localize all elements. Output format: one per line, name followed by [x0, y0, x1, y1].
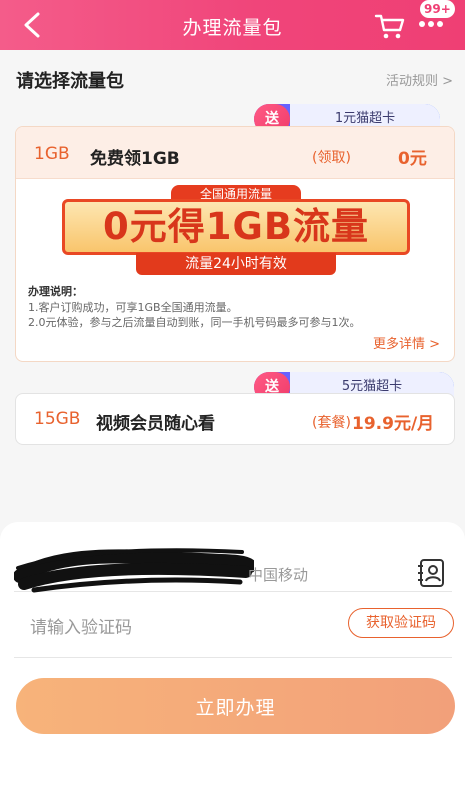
top-bar: 办理流量包 99+ — [0, 0, 465, 50]
description-title: 办理说明： — [28, 285, 83, 298]
phone-field[interactable]: 中国移动 — [14, 540, 452, 593]
package-name: 视频会员随心看 — [96, 414, 215, 434]
banner-subtitle: 流量24小时有效 — [136, 253, 336, 275]
package-price: 0元 — [398, 149, 427, 169]
package-header — [16, 127, 454, 179]
activity-rules-link[interactable]: 活动规则 > — [386, 70, 453, 89]
description-line: 2.0元体验，参与之后流量自动到账，同一手机号码最多可参与1次。 — [28, 316, 361, 329]
package-card-15gb[interactable]: 15GB 视频会员随心看 (套餐) 19.9元/月 — [15, 393, 455, 445]
package-size: 15GB — [34, 409, 81, 429]
package-size: 1GB — [34, 144, 70, 164]
package-type: (套餐) — [312, 415, 351, 431]
package-name: 免费领1GB — [90, 149, 180, 169]
promo-banner: 全国通用流量 0元得1GB流量 流量24小时有效 — [56, 185, 416, 277]
contacts-book-icon[interactable] — [417, 558, 445, 588]
notification-badge: 99+ — [420, 0, 455, 18]
more-icon[interactable] — [418, 18, 444, 30]
verification-code-field: 获取验证码 — [14, 596, 454, 658]
redaction-scribble — [14, 548, 254, 593]
submit-button[interactable]: 立即办理 — [16, 678, 455, 734]
more-details-link[interactable]: 更多详情 > — [373, 333, 440, 352]
claim-button[interactable]: (领取) — [312, 147, 351, 167]
package-price: 19.9元/月 — [352, 414, 435, 434]
cart-icon[interactable] — [373, 10, 407, 42]
section-title: 请选择流量包 — [16, 71, 124, 92]
package-card-1gb[interactable]: 1GB 免费领1GB (领取) 0元 全国通用流量 0元得1GB流量 流量24小… — [15, 126, 455, 362]
verification-code-input[interactable] — [30, 614, 330, 642]
banner-headline: 0元得1GB流量 — [62, 199, 410, 255]
carrier-label: 中国移动 — [248, 566, 309, 584]
description-line: 1.客户订购成功，可享1GB全国通用流量。 — [28, 301, 238, 314]
get-code-button[interactable]: 获取验证码 — [348, 608, 454, 638]
order-form: 中国移动 获取验证码 立即办理 — [0, 522, 465, 808]
